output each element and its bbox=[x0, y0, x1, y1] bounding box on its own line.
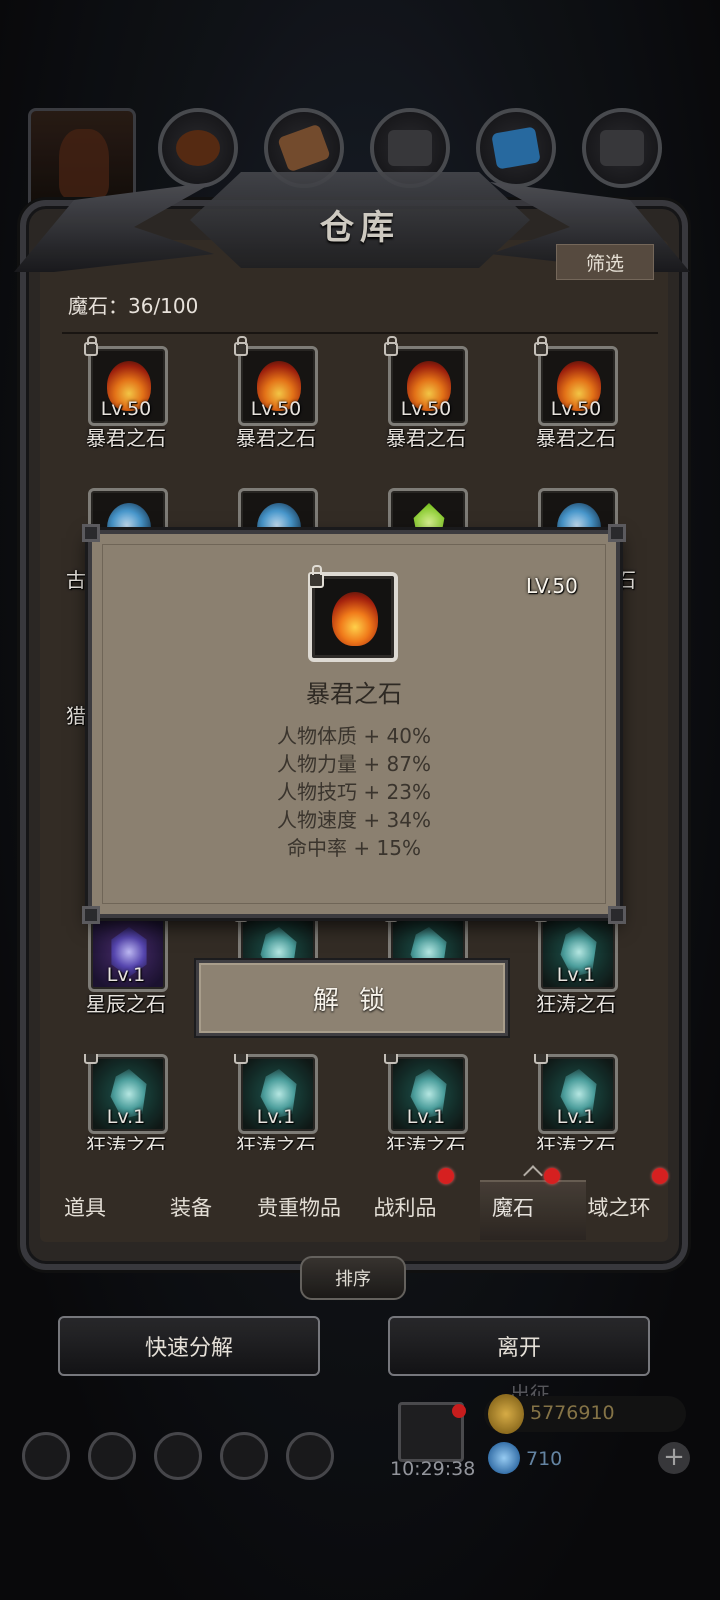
notification-dot bbox=[544, 1168, 560, 1184]
popup-corner bbox=[608, 906, 626, 924]
item-name: 狂涛之石 bbox=[236, 1134, 316, 1150]
add-currency-button[interactable]: + bbox=[658, 1442, 690, 1474]
item-level: Lv.1 bbox=[556, 1106, 596, 1128]
achievement-icon[interactable] bbox=[88, 1432, 136, 1480]
settings-gear-icon[interactable] bbox=[22, 1432, 70, 1480]
resource-crystal-icon[interactable] bbox=[476, 108, 556, 188]
item-level: Lv.50 bbox=[250, 398, 302, 420]
item-level: Lv.50 bbox=[400, 398, 452, 420]
tab-magic-stones[interactable]: 魔石 bbox=[460, 1192, 566, 1222]
guild-icon[interactable] bbox=[286, 1432, 334, 1480]
lock-icon bbox=[384, 1054, 398, 1064]
stat-line: 人物速度 + 34% bbox=[277, 808, 431, 832]
item-name: 狂涛之石 bbox=[536, 1134, 616, 1150]
mail-icon[interactable] bbox=[220, 1432, 268, 1480]
lock-icon bbox=[534, 1054, 548, 1064]
page-title: 仓库 bbox=[320, 208, 400, 248]
item-level: Lv.50 bbox=[100, 398, 152, 420]
lock-icon bbox=[384, 336, 398, 356]
item-cell[interactable]: Lv.1 狂涛之石 bbox=[68, 1054, 184, 1150]
notification-dot bbox=[438, 1168, 454, 1184]
popup-corner bbox=[82, 524, 100, 542]
stat-line: 人物技巧 + 23% bbox=[277, 780, 431, 804]
stat-line: 命中率 + 15% bbox=[287, 836, 421, 860]
filter-button[interactable]: 筛选 bbox=[556, 244, 654, 280]
popup-item-level: LV.50 bbox=[526, 574, 578, 598]
item-cell[interactable]: Lv.50 暴君之石 bbox=[68, 336, 184, 456]
item-cell[interactable]: Lv.1 狂涛之石 bbox=[518, 902, 634, 1022]
diamond-amount: 710 bbox=[526, 1448, 563, 1470]
item-name: 暴君之石 bbox=[236, 426, 316, 450]
quick-decompose-button[interactable]: 快速分解 bbox=[58, 1316, 320, 1376]
item-cell[interactable]: Lv.50 暴君之石 bbox=[218, 336, 334, 456]
item-name: 狂涛之石 bbox=[536, 992, 616, 1016]
item-name: 暴君之石 bbox=[536, 426, 616, 450]
item-cell[interactable]: Lv.50 暴君之石 bbox=[368, 336, 484, 456]
lock-icon bbox=[234, 336, 248, 356]
category-tabs: 道具 装备 贵重物品 战利品 魔石 域之环 bbox=[40, 1165, 680, 1240]
lock-icon bbox=[84, 1054, 98, 1064]
tab-valuables[interactable]: 贵重物品 bbox=[246, 1192, 352, 1222]
item-cell[interactable]: Lv.50 暴君之石 bbox=[518, 336, 634, 456]
stat-line: 人物力量 + 87% bbox=[277, 752, 431, 776]
popup-corner bbox=[82, 906, 100, 924]
tab-equipment[interactable]: 装备 bbox=[138, 1192, 244, 1222]
clock: 10:29:38 bbox=[390, 1458, 476, 1480]
resource-leather-icon[interactable] bbox=[158, 108, 238, 188]
lock-icon bbox=[234, 1054, 248, 1064]
tab-domain-rings[interactable]: 域之环 bbox=[566, 1192, 672, 1222]
item-level: Lv.1 bbox=[106, 964, 146, 986]
popup-corner bbox=[608, 524, 626, 542]
item-name: 星辰之石 bbox=[86, 992, 166, 1016]
resource-steel-icon[interactable] bbox=[582, 108, 662, 188]
gold-amount: 5776910 bbox=[530, 1402, 615, 1424]
item-count: 魔石：36/100 bbox=[68, 294, 199, 318]
lock-icon bbox=[534, 336, 548, 356]
leave-button[interactable]: 离开 bbox=[388, 1316, 650, 1376]
item-level: Lv.1 bbox=[256, 1106, 296, 1128]
item-name: 暴君之石 bbox=[386, 426, 466, 450]
tab-items[interactable]: 道具 bbox=[32, 1192, 138, 1222]
item-cell[interactable]: Lv.1 狂涛之石 bbox=[368, 1054, 484, 1150]
popup-stats: 人物体质 + 40% 人物力量 + 87% 人物技巧 + 23% 人物速度 + … bbox=[88, 722, 620, 862]
item-level: Lv.50 bbox=[550, 398, 602, 420]
item-level: Lv.1 bbox=[556, 964, 596, 986]
item-cell[interactable]: Lv.1 狂涛之石 bbox=[218, 1054, 334, 1150]
item-name: 暴君之石 bbox=[86, 426, 166, 450]
item-level: Lv.1 bbox=[106, 1106, 146, 1128]
gold-coin-icon bbox=[488, 1394, 524, 1434]
fire-gem-icon bbox=[332, 592, 378, 646]
item-level: Lv.1 bbox=[406, 1106, 446, 1128]
item-cell[interactable]: Lv.1 狂涛之石 bbox=[518, 1054, 634, 1150]
item-name: 狂涛之石 bbox=[386, 1134, 466, 1150]
map-icon[interactable] bbox=[154, 1432, 202, 1480]
popup-item-name: 暴君之石 bbox=[306, 680, 402, 708]
item-cell[interactable]: Lv.1 星辰之石 bbox=[68, 902, 184, 1022]
item-name: 狂涛之石 bbox=[86, 1134, 166, 1150]
unlock-button[interactable]: 解 锁 bbox=[196, 960, 508, 1036]
diamond-icon bbox=[488, 1442, 520, 1474]
notification-dot bbox=[652, 1168, 668, 1184]
lock-icon bbox=[84, 336, 98, 356]
tab-loot[interactable]: 战利品 bbox=[352, 1192, 458, 1222]
stat-line: 人物体质 + 40% bbox=[277, 724, 431, 748]
divider bbox=[62, 332, 658, 334]
sort-button[interactable]: 排序 bbox=[300, 1256, 406, 1300]
lock-icon bbox=[308, 565, 324, 588]
notification-dot bbox=[452, 1404, 466, 1418]
